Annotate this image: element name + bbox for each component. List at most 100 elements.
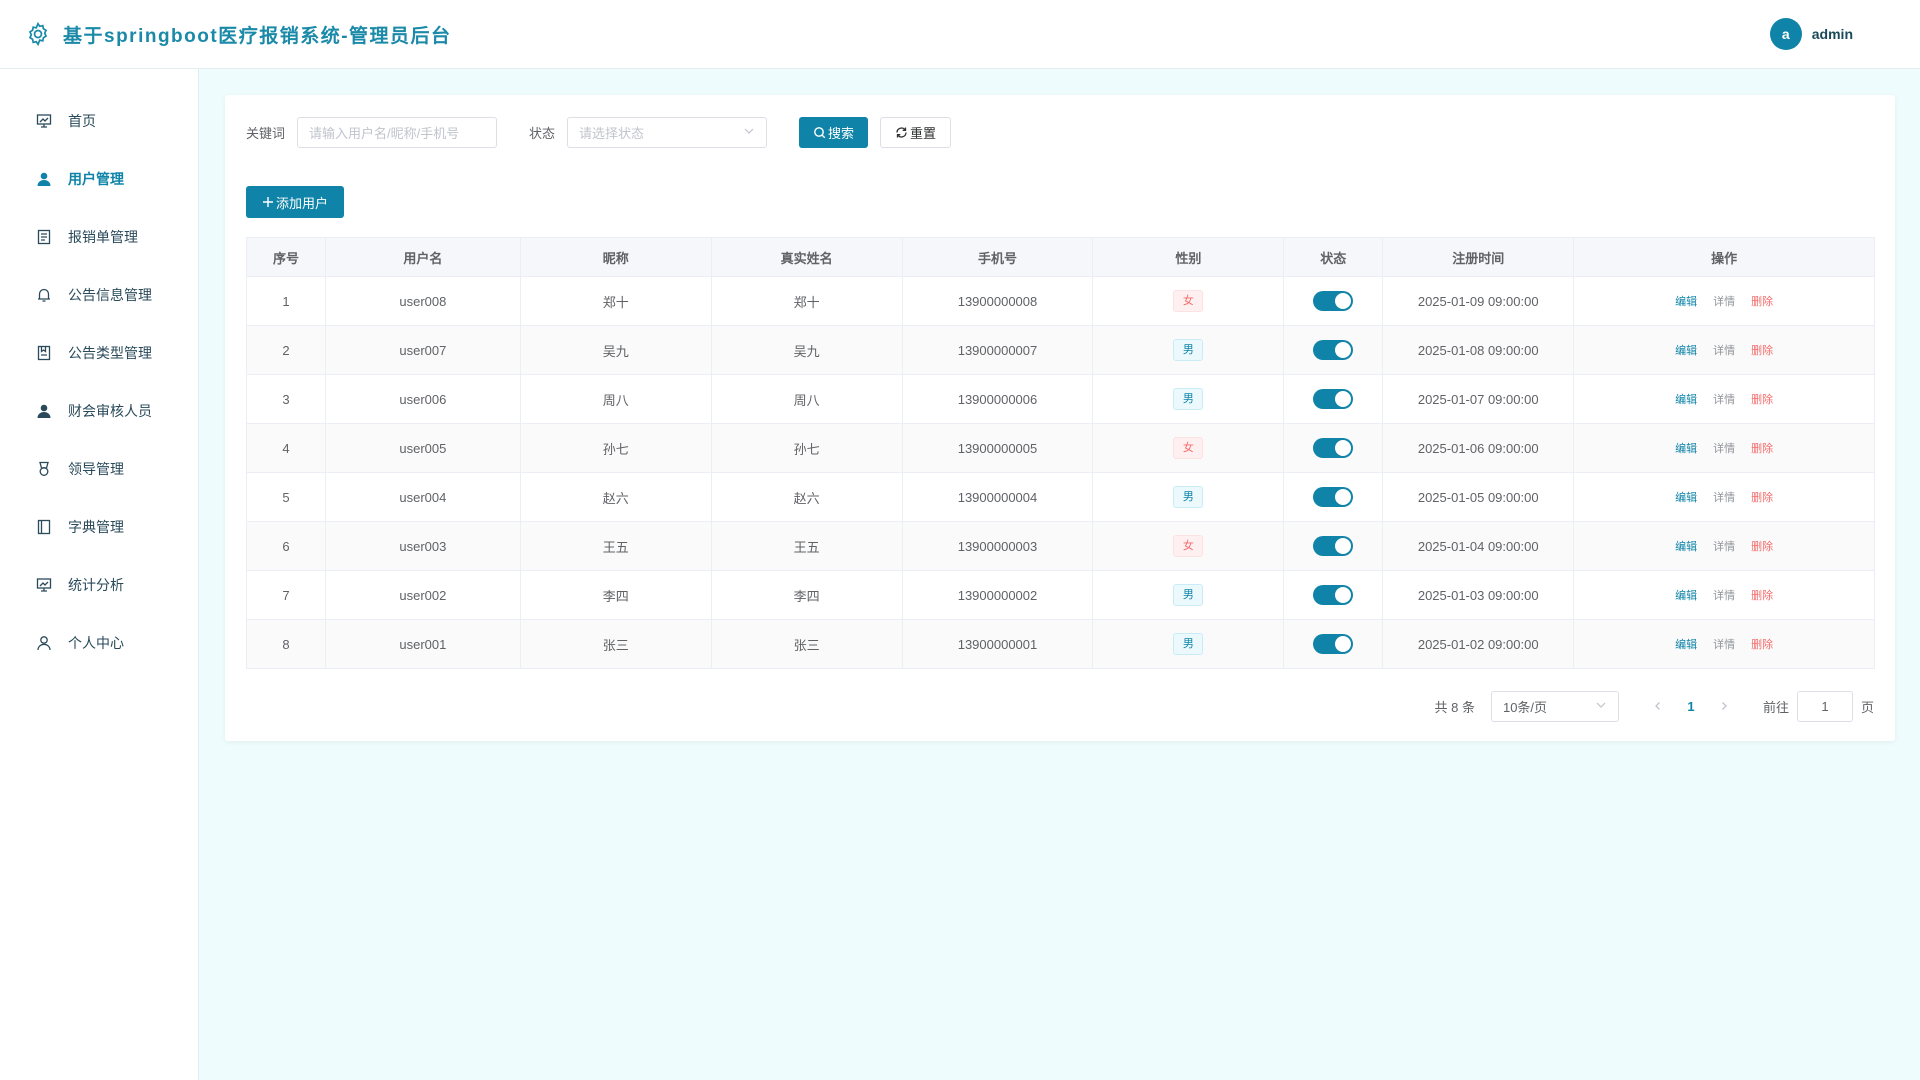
sidebar-item-notice-types[interactable]: 公告类型管理 (0, 324, 198, 382)
detail-button[interactable]: 详情 (1713, 492, 1735, 504)
cell-index: 4 (246, 423, 326, 473)
cell-status (1283, 570, 1384, 620)
detail-button[interactable]: 详情 (1713, 394, 1735, 406)
search-button-label: 搜索 (828, 125, 855, 141)
cell-nickname: 周八 (519, 374, 712, 424)
sidebar-item-dictionary[interactable]: 字典管理 (0, 498, 198, 556)
detail-button[interactable]: 详情 (1713, 639, 1735, 651)
sidebar-item-profile[interactable]: 个人中心 (0, 614, 198, 672)
table-row: 3 user006 周八 周八 13900000006 男 2025-01-07 09:00… (246, 374, 1875, 424)
status-toggle[interactable] (1313, 291, 1354, 311)
cell-phone: 13900000001 (901, 619, 1094, 669)
table-row: 6 user003 王五 王五 13900000003 女 2025-01-04 09:00… (246, 521, 1875, 571)
edit-button[interactable]: 编辑 (1675, 639, 1697, 651)
sidebar-item-auditors[interactable]: 财会审核人员 (0, 382, 198, 440)
sidebar-item-label: 用户管理 (68, 171, 124, 187)
avatar[interactable]: a (1769, 18, 1802, 50)
status-toggle[interactable] (1313, 438, 1354, 458)
table-header-row: 序号 用户名 昵称 真实姓名 手机号 性别 状态 注册时间 操作 (246, 237, 1875, 277)
detail-button[interactable]: 详情 (1713, 541, 1735, 553)
cell-phone: 13900000005 (901, 423, 1094, 473)
table-row: 5 user004 赵六 赵六 13900000004 男 2025-01-05 09:00… (246, 472, 1875, 522)
top-header: 基于springboot医疗报销系统-管理员后台 a admin (0, 0, 1920, 69)
edit-button[interactable]: 编辑 (1675, 443, 1697, 455)
detail-button[interactable]: 详情 (1713, 443, 1735, 455)
cell-realname: 郑十 (710, 276, 903, 326)
sidebar-item-label: 字典管理 (68, 519, 124, 535)
cell-username: user003 (324, 521, 521, 571)
edit-button[interactable]: 编辑 (1675, 296, 1697, 308)
gender-tag: 女 (1173, 535, 1204, 557)
gender-tag: 男 (1173, 633, 1204, 655)
status-toggle[interactable] (1313, 536, 1354, 556)
cell-created: 2025-01-03 09:00:00 (1382, 570, 1575, 620)
column-header: 序号 (246, 237, 326, 277)
sidebar-item-reimbursements[interactable]: 报销单管理 (0, 208, 198, 266)
status-toggle[interactable] (1313, 487, 1354, 507)
book-icon (35, 518, 53, 536)
sidebar-item-leaders[interactable]: 领导管理 (0, 440, 198, 498)
delete-button[interactable]: 删除 (1751, 296, 1773, 308)
cell-status (1283, 472, 1384, 522)
cell-phone: 13900000007 (901, 325, 1094, 375)
search-button[interactable]: 搜索 (799, 116, 869, 148)
plus-icon (262, 196, 274, 208)
cell-phone: 13900000008 (901, 276, 1094, 326)
status-select[interactable]: 请选择状态 (567, 116, 768, 148)
status-toggle[interactable] (1313, 585, 1354, 605)
cell-nickname: 赵六 (519, 472, 712, 522)
edit-button[interactable]: 编辑 (1675, 492, 1697, 504)
edit-button[interactable]: 编辑 (1675, 394, 1697, 406)
edit-button[interactable]: 编辑 (1675, 590, 1697, 602)
main-card: 关键词 请输入用户名/昵称/手机号 状态 请选择状态 搜索 重置 添加用户 序号… (225, 95, 1895, 741)
status-toggle[interactable] (1313, 389, 1354, 409)
sidebar-item-statistics[interactable]: 统计分析 (0, 556, 198, 614)
toggle-knob (1335, 538, 1352, 554)
goto-page-input[interactable] (1796, 690, 1853, 722)
table-body: 1 user008 郑十 郑十 13900000008 女 2025-01-09 09:00… (246, 276, 1875, 669)
delete-button[interactable]: 删除 (1751, 590, 1773, 602)
users-table: 序号 用户名 昵称 真实姓名 手机号 性别 状态 注册时间 操作 1 user00… (246, 237, 1875, 669)
cell-actions: 编辑 详情 删除 (1573, 374, 1875, 424)
toggle-knob (1335, 293, 1352, 309)
cell-status (1283, 374, 1384, 424)
page-number-current[interactable]: 1 (1673, 699, 1709, 714)
delete-button[interactable]: 删除 (1751, 541, 1773, 553)
chevron-down-icon (743, 125, 755, 140)
sidebar-item-home[interactable]: 首页 (0, 92, 198, 150)
table-row: 1 user008 郑十 郑十 13900000008 女 2025-01-09 09:00… (246, 276, 1875, 326)
add-user-button[interactable]: 添加用户 (246, 186, 345, 218)
keyword-input[interactable]: 请输入用户名/昵称/手机号 (297, 116, 498, 148)
sidebar-item-label: 个人中心 (68, 635, 124, 651)
search-icon (813, 126, 826, 139)
detail-button[interactable]: 详情 (1713, 590, 1735, 602)
column-header: 性别 (1092, 237, 1285, 277)
cell-status (1283, 325, 1384, 375)
sidebar-item-notices[interactable]: 公告信息管理 (0, 266, 198, 324)
status-toggle[interactable] (1313, 634, 1354, 654)
delete-button[interactable]: 删除 (1751, 394, 1773, 406)
delete-button[interactable]: 删除 (1751, 492, 1773, 504)
toggle-knob (1335, 636, 1352, 652)
username-label[interactable]: admin (1812, 26, 1853, 42)
delete-button[interactable]: 删除 (1751, 345, 1773, 357)
cell-index: 6 (246, 521, 326, 571)
status-toggle[interactable] (1313, 340, 1354, 360)
page-size-select[interactable]: 10条/页 (1490, 690, 1619, 722)
detail-button[interactable]: 详情 (1713, 296, 1735, 308)
delete-button[interactable]: 删除 (1751, 639, 1773, 651)
cell-index: 5 (246, 472, 326, 522)
cell-status (1283, 521, 1384, 571)
user-menu[interactable]: a admin (1769, 18, 1853, 50)
cell-realname: 孙七 (710, 423, 903, 473)
edit-button[interactable]: 编辑 (1675, 541, 1697, 553)
delete-button[interactable]: 删除 (1751, 443, 1773, 455)
reset-button[interactable]: 重置 (880, 116, 952, 148)
detail-button[interactable]: 详情 (1713, 345, 1735, 357)
edit-button[interactable]: 编辑 (1675, 345, 1697, 357)
prev-page-icon[interactable] (1643, 699, 1673, 714)
page-suffix-label: 页 (1860, 699, 1874, 715)
sidebar-item-label: 首页 (68, 113, 96, 129)
next-page-icon[interactable] (1709, 699, 1739, 714)
sidebar-item-users[interactable]: 用户管理 (0, 150, 198, 208)
